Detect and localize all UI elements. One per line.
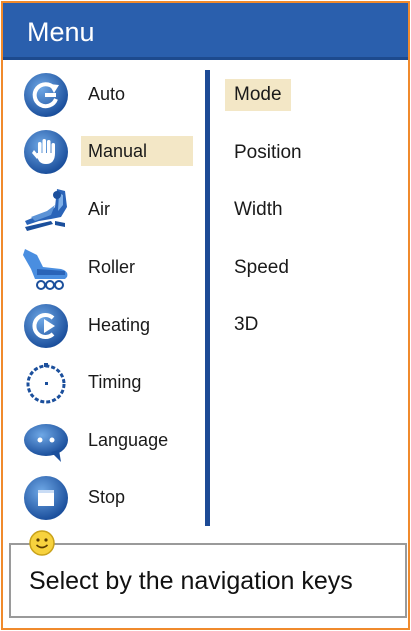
submenu-item-mode[interactable]: Mode [225,79,291,111]
page-title: Menu [27,17,95,47]
speech-bubble-icon [24,424,68,462]
menu-item-label: Air [88,199,110,219]
foot-roller-icon [23,249,68,290]
menu-item-language[interactable]: Language [3,416,203,466]
submenu-item-label: Mode [225,79,291,111]
menu-window: Menu Auto Manual Air Roller Heating Timi… [1,1,410,630]
submenu-item-label: Width [234,199,283,220]
menu-item-auto[interactable]: Auto [3,70,203,120]
column-divider [205,70,210,526]
timer-icon [26,363,66,404]
auto-cycle-icon [24,73,68,117]
menu-item-label: Language [88,430,169,450]
submenu-item-position[interactable]: Position [225,137,311,169]
menu-item-label: Auto [88,84,126,104]
menu-item-air[interactable]: Air [3,185,203,235]
menu-item-heating[interactable]: Heating [3,301,203,351]
menu-item-label: Heating [88,315,151,335]
status-hint-text: Select by the navigation keys [29,567,353,595]
menu-item-roller[interactable]: Roller [3,243,203,293]
submenu-item-3d[interactable]: 3D [225,309,267,341]
submenu-item-speed[interactable]: Speed [225,252,298,284]
menu-item-label: Stop [88,487,126,507]
menu-item-label: Timing [88,372,142,392]
menu-item-timing[interactable]: Timing [3,358,203,408]
submenu-item-label: Position [234,142,302,163]
submenu-item-label: 3D [234,314,259,335]
menu-item-stop[interactable]: Stop [3,473,203,523]
smiley-icon [29,530,55,556]
title-bar: Menu [3,3,408,60]
submenu-item-width[interactable]: Width [225,194,292,226]
menu-item-manual[interactable]: Manual [3,127,203,177]
stop-icon [24,476,68,520]
hand-icon [24,130,68,174]
massage-chair-icon [25,189,67,231]
menu-item-label: Manual [81,136,193,166]
menu-item-label: Roller [88,257,136,277]
heating-icon [24,304,68,348]
submenu-item-label: Speed [234,257,289,278]
status-hint-box: Select by the navigation keys [9,543,407,618]
